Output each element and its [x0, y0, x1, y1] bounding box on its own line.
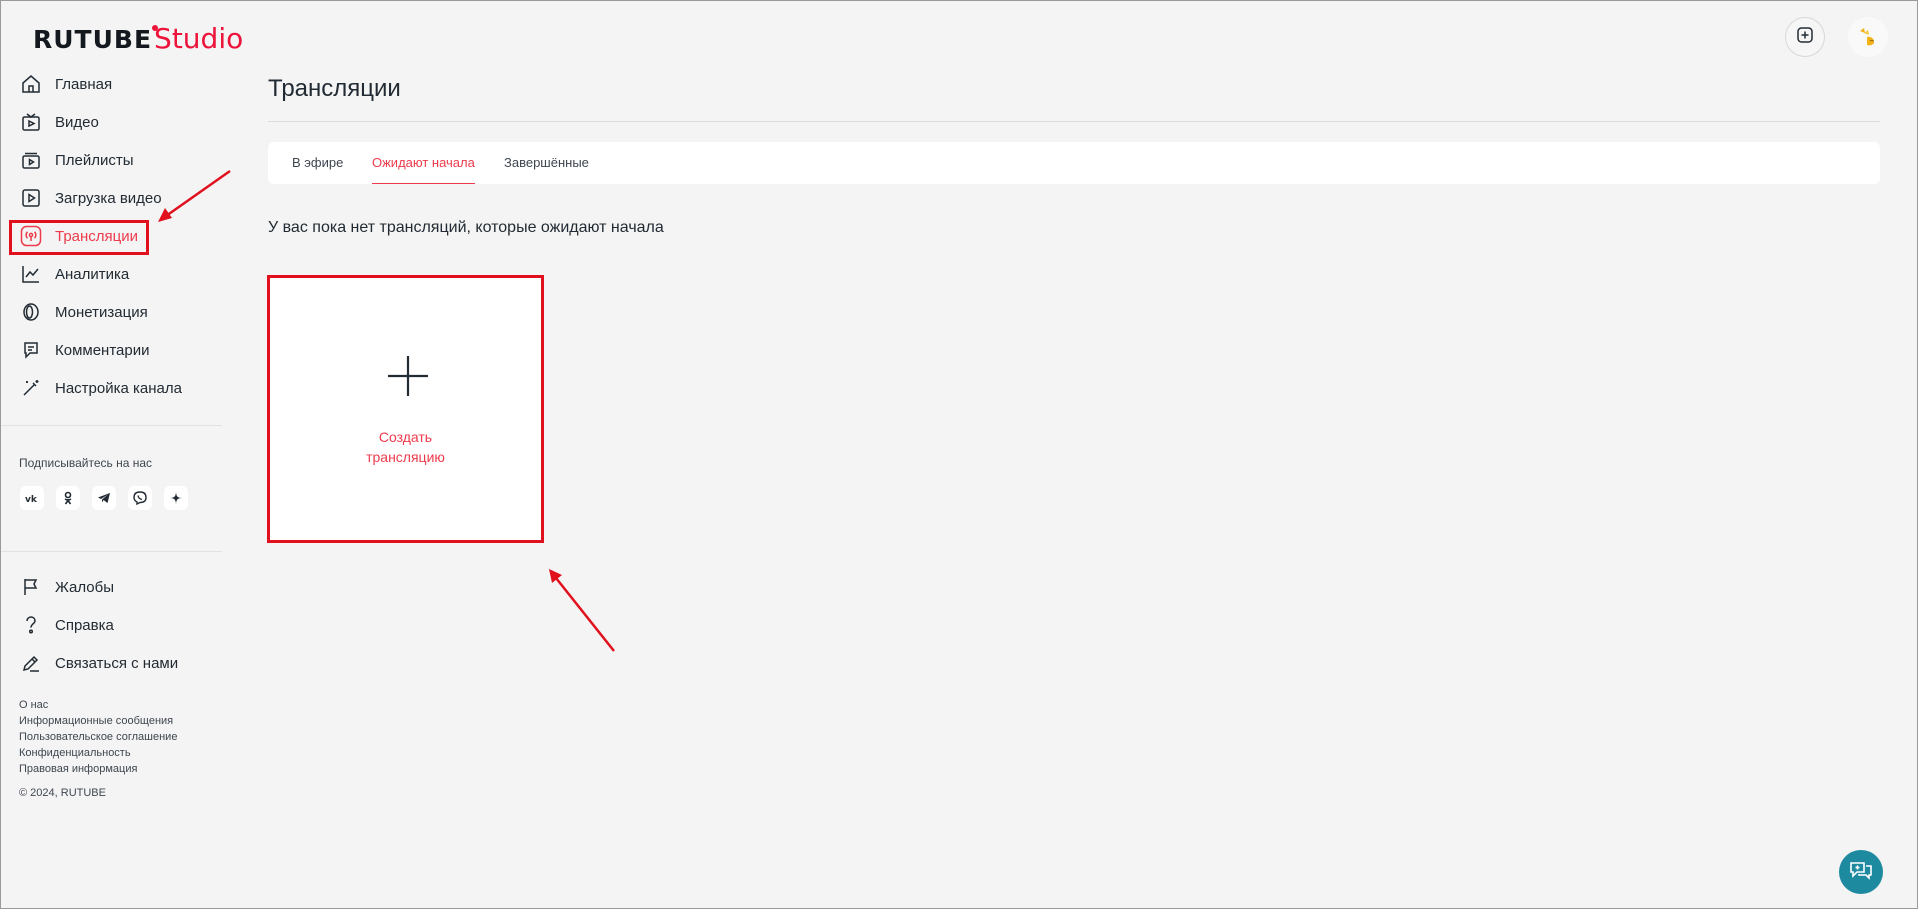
plus-square-icon	[1796, 26, 1814, 49]
sidebar-item-complaints[interactable]: Жалобы	[20, 573, 210, 601]
footer-link-legal[interactable]: Правовая информация	[19, 763, 137, 775]
home-icon	[20, 73, 42, 95]
sidebar-item-help[interactable]: Справка	[20, 611, 210, 639]
sidebar-item-home[interactable]: Главная	[20, 70, 210, 98]
footer-link-about[interactable]: О нас	[19, 699, 48, 711]
create-broadcast-label-line1: Создать	[378, 429, 433, 445]
tab-live[interactable]: В эфире	[292, 142, 343, 184]
dzen-icon[interactable]	[164, 486, 188, 510]
annotation-highlight-box	[9, 220, 149, 255]
create-broadcast-card[interactable]: Создать трансляцию	[267, 275, 544, 543]
sidebar-divider	[0, 425, 222, 426]
magic-wand-icon	[20, 377, 42, 399]
annotation-arrowhead-card	[549, 569, 562, 583]
rutube-studio-logo[interactable]: RUTUBE Studio	[33, 22, 243, 62]
sidebar-item-analytics[interactable]: Аналитика	[20, 260, 210, 288]
sidebar-item-channel-settings[interactable]: Настройка канала	[20, 374, 210, 402]
tab-finished[interactable]: Завершённые	[504, 142, 589, 184]
footer-link-agreement[interactable]: Пользовательское соглашение	[19, 731, 177, 743]
upload-icon	[20, 187, 42, 209]
monetization-icon	[20, 301, 42, 323]
plus-icon	[386, 354, 430, 398]
sidebar-item-label: Комментарии	[55, 341, 150, 359]
create-broadcast-label: Создать трансляцию	[270, 427, 541, 467]
sidebar-item-label: Жалобы	[55, 578, 114, 596]
create-broadcast-label-line2: трансляцию	[366, 449, 445, 465]
sidebar-item-video[interactable]: Видео	[20, 108, 210, 136]
logo-product-text: Studio	[154, 22, 244, 55]
follow-us-title: Подписывайтесь на нас	[19, 456, 153, 470]
sidebar-item-label: Настройка канала	[55, 379, 182, 397]
sidebar-item-label: Загрузка видео	[55, 189, 162, 207]
sidebar-item-contact[interactable]: Связаться с нами	[20, 649, 210, 677]
sidebar-item-comments[interactable]: Комментарии	[20, 336, 210, 364]
tab-upcoming[interactable]: Ожидают начала	[372, 142, 475, 184]
logo-brand: RUTUBE	[33, 25, 153, 54]
title-divider	[268, 121, 1880, 122]
sidebar-item-label: Плейлисты	[55, 151, 134, 169]
video-icon	[20, 111, 42, 133]
viber-icon[interactable]	[128, 486, 152, 510]
footer-link-privacy[interactable]: Конфиденциальность	[19, 747, 131, 759]
annotation-arrow-card	[555, 577, 615, 652]
sidebar-item-label: Аналитика	[55, 265, 130, 283]
sidebar-item-label: Главная	[55, 75, 113, 93]
sidebar-item-label: Монетизация	[55, 303, 148, 321]
flag-icon	[20, 576, 42, 598]
avatar[interactable]	[1848, 17, 1888, 57]
footer-link-info[interactable]: Информационные сообщения	[19, 715, 173, 727]
chat-icon	[1849, 859, 1873, 886]
tabs-bar: В эфире Ожидают начала Завершённые	[268, 142, 1880, 184]
sidebar: RUTUBE Studio Главная Видео Плейлисты За…	[0, 0, 243, 909]
sidebar-item-monetization[interactable]: Монетизация	[20, 298, 210, 326]
sidebar-item-playlists[interactable]: Плейлисты	[20, 146, 210, 174]
support-chat-button[interactable]	[1839, 850, 1883, 894]
sidebar-item-label: Связаться с нами	[55, 654, 179, 672]
comments-icon	[20, 339, 42, 361]
telegram-icon[interactable]	[92, 486, 116, 510]
svg-text:vk: vk	[25, 495, 38, 503]
pencil-icon	[20, 652, 42, 674]
playlist-icon	[20, 149, 42, 171]
ok-icon[interactable]	[56, 486, 80, 510]
help-icon	[20, 614, 42, 636]
logo-dot	[152, 25, 159, 31]
page-title: Трансляции	[268, 75, 401, 102]
sidebar-item-label: Справка	[55, 616, 114, 634]
sidebar-divider	[0, 551, 222, 552]
sidebar-item-upload[interactable]: Загрузка видео	[20, 184, 210, 212]
copyright: © 2024, RUTUBE	[19, 787, 106, 799]
add-content-button[interactable]	[1785, 17, 1825, 57]
analytics-icon	[20, 263, 42, 285]
sidebar-item-label: Видео	[55, 113, 99, 131]
vk-icon[interactable]: vk	[20, 486, 44, 510]
logo-product: Studio	[152, 22, 244, 55]
empty-state-text: У вас пока нет трансляций, которые ожида…	[268, 219, 664, 236]
avatar-image	[1860, 28, 1874, 46]
